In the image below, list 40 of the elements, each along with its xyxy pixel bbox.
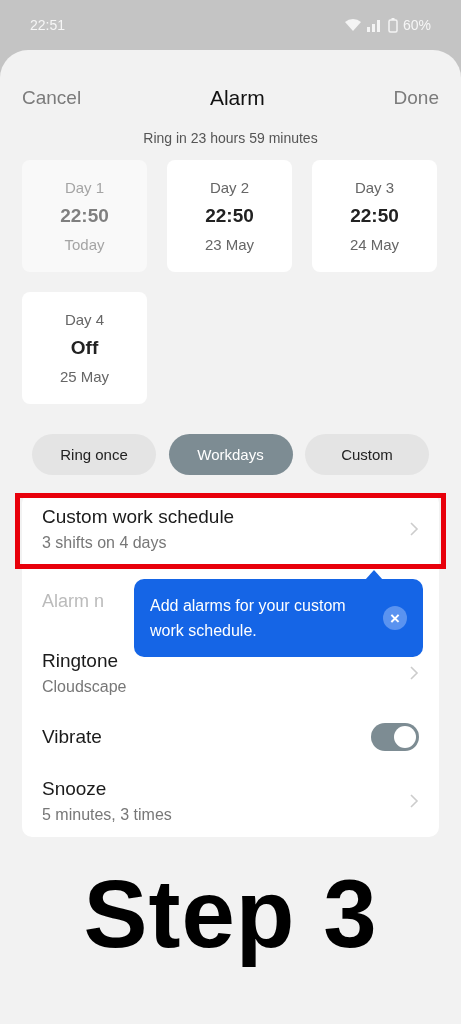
screen-title: Alarm [209,86,265,110]
setting-title: Ringtone [42,650,120,672]
day-card[interactable]: Day 2 22:50 23 May [167,160,292,272]
day-label: Day 3 [354,179,395,196]
setting-value: 5 minutes, 3 times [42,806,172,824]
tooltip-text: Add alarms for your custom work schedule. [150,596,347,641]
alarm-time: 22:50 [350,205,399,227]
repeat-option[interactable]: Workdays [168,434,293,475]
setting-title: Vibrate [42,726,102,748]
ring-countdown: Ring in 23 hours 59 minutes [142,130,319,146]
repeat-option[interactable]: Ring once [32,434,156,475]
day-card[interactable]: Day 4 Off 25 May [22,292,147,404]
cancel-button[interactable]: Cancel [22,87,82,109]
setting-value: Cloudscape [42,678,127,696]
day-date: 23 May [204,236,255,253]
alarm-time: Off [70,337,99,359]
step-caption: Step 3 [82,859,379,969]
alarm-name-field[interactable]: Alarm n [42,590,104,612]
day-label: Day 1 [64,179,105,196]
day-date: Today [64,236,105,253]
chevron-right-icon [409,521,419,537]
day-card[interactable]: Day 3 22:50 24 May [312,160,437,272]
setting-title: Snooze [42,778,108,800]
signal-icon [366,18,383,32]
vibrate-switch[interactable] [371,723,419,751]
alarm-time: 22:50 [60,205,109,227]
day-label: Day 2 [209,179,250,196]
done-button[interactable]: Done [393,87,439,109]
battery-icon [387,17,398,33]
wifi-icon [343,18,362,32]
setting-title: Custom work schedule [42,506,235,528]
chevron-right-icon [409,793,419,809]
setting-value: 3 shifts on 4 days [42,534,168,552]
close-button[interactable]: × [383,606,407,630]
repeat-option[interactable]: Custom [305,434,429,475]
day-label: Day 4 [64,311,105,328]
chevron-right-icon [409,665,419,681]
day-date: 24 May [349,236,400,253]
alarm-time: 22:50 [205,205,254,227]
day-date: 25 May [59,368,110,385]
